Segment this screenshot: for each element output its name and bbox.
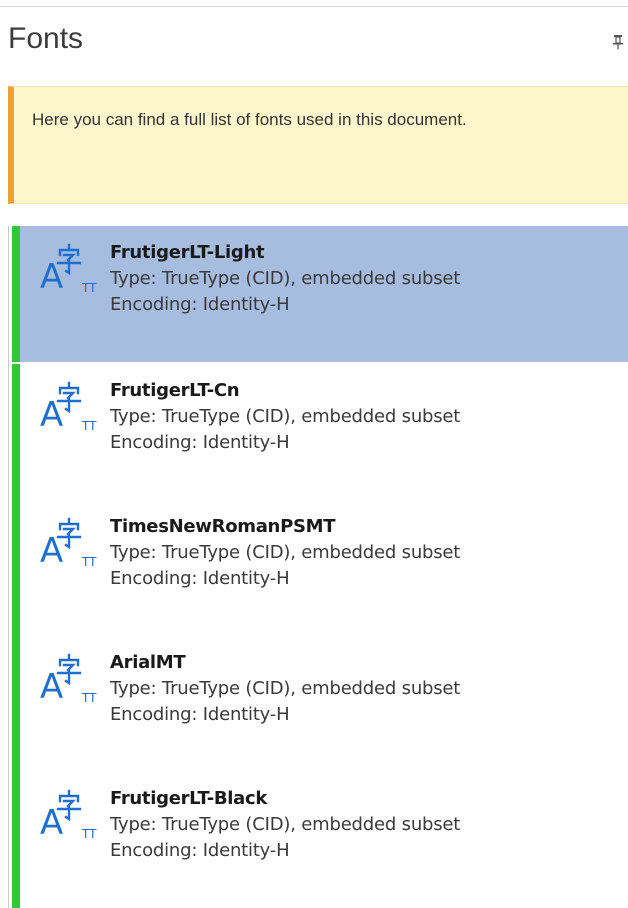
font-name: TimesNewRomanPSMT — [110, 516, 336, 537]
font-icon: A TT — [40, 380, 100, 436]
status-bar — [12, 500, 20, 636]
font-icon: A TT — [40, 516, 100, 572]
font-type: Type: TrueType (CID), embedded subset — [110, 678, 461, 699]
font-type: Type: TrueType (CID), embedded subset — [110, 406, 461, 427]
font-encoding: Encoding: Identity-H — [110, 568, 290, 589]
font-list-item[interactable]: A TT TimesNewRomanPSMT Type: TrueType (CI… — [12, 500, 628, 636]
status-bar — [12, 772, 20, 908]
font-name: FrutigerLT-Light — [110, 242, 265, 263]
status-bar — [12, 636, 20, 772]
font-encoding: Encoding: Identity-H — [110, 432, 290, 453]
svg-text:TT: TT — [81, 281, 97, 295]
font-icon: A TT — [40, 788, 100, 844]
font-icon: A TT — [40, 652, 100, 708]
status-bar — [12, 364, 20, 500]
font-list-item[interactable]: A TT ArialMT Type: TrueType (CID), embedd… — [12, 636, 628, 772]
font-list-item[interactable]: A TT FrutigerLT-Black Type: TrueType (CID… — [12, 772, 628, 908]
font-encoding: Encoding: Identity-H — [110, 294, 290, 315]
font-type: Type: TrueType (CID), embedded subset — [110, 814, 461, 835]
font-list-item[interactable]: A TT FrutigerLT-Light Type: TrueType (CID… — [12, 226, 628, 362]
svg-text:TT: TT — [81, 555, 97, 569]
svg-text:TT: TT — [81, 691, 97, 705]
list-border — [8, 226, 9, 908]
font-name: FrutigerLT-Black — [110, 788, 268, 809]
status-bar — [12, 226, 20, 362]
font-list-item[interactable]: A TT FrutigerLT-Cn Type: TrueType (CID), … — [12, 364, 628, 500]
info-banner-text: Here you can find a full list of fonts u… — [32, 110, 467, 129]
font-encoding: Encoding: Identity-H — [110, 840, 290, 861]
svg-text:TT: TT — [81, 827, 97, 841]
font-type: Type: TrueType (CID), embedded subset — [110, 268, 461, 289]
pin-icon[interactable] — [612, 34, 624, 50]
font-icon: A TT — [40, 242, 100, 298]
font-name: ArialMT — [110, 652, 186, 673]
font-encoding: Encoding: Identity-H — [110, 704, 290, 725]
info-banner — [8, 86, 628, 204]
svg-text:TT: TT — [81, 419, 97, 433]
panel-title: Fonts — [8, 22, 84, 55]
top-divider — [0, 6, 628, 7]
font-name: FrutigerLT-Cn — [110, 380, 240, 401]
font-type: Type: TrueType (CID), embedded subset — [110, 542, 461, 563]
